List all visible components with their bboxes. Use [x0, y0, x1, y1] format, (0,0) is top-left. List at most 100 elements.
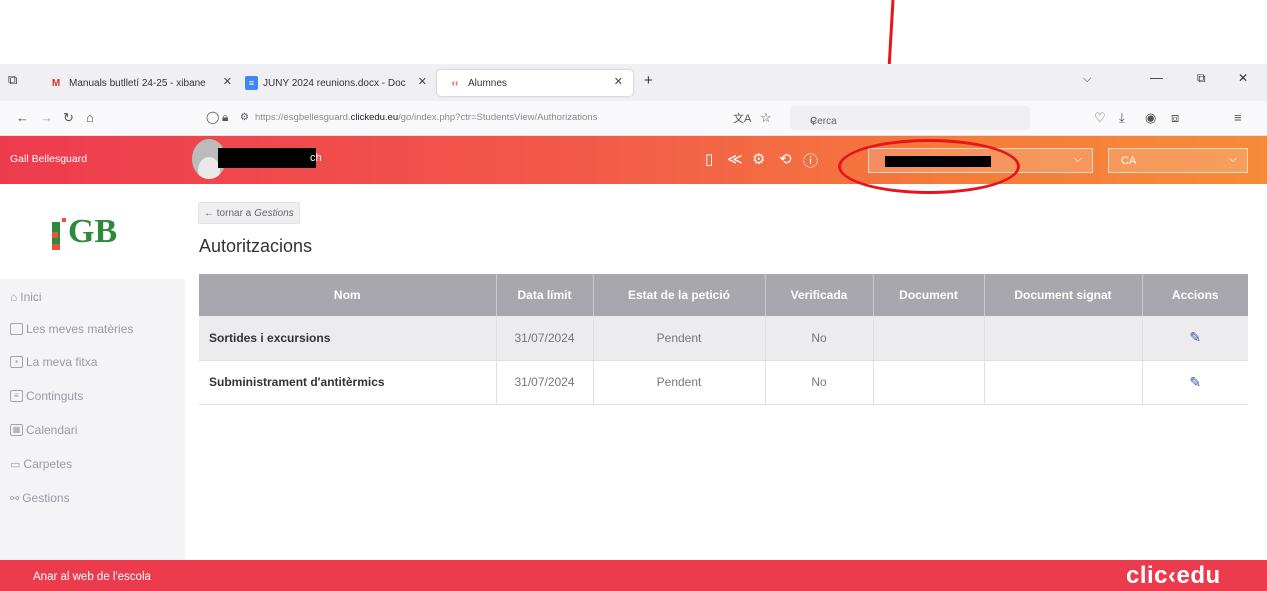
sidebar: GB ⌂ Inici Les meves matèries ▪ La meva … — [0, 184, 185, 560]
bookmark-star-icon[interactable]: ☆ — [760, 110, 772, 126]
column-header-nom[interactable]: Nom — [199, 274, 497, 316]
sidebar-item-label: Continguts — [26, 389, 84, 403]
table-row[interactable]: Sortides i excursions 31/07/2024 Pendent… — [199, 316, 1248, 361]
sidebar-item-inici[interactable]: ⌂ Inici — [10, 290, 42, 304]
sidebar-item-carpetes[interactable]: ▭ Carpetes — [10, 457, 72, 471]
edit-pencil-icon[interactable]: ✎ — [1189, 329, 1201, 346]
lock-icon[interactable]: 🔒︎ — [222, 110, 228, 125]
column-header-estat[interactable]: Estat de la petició — [593, 274, 766, 316]
home-icon[interactable]: ⌂ — [86, 110, 94, 125]
language-select[interactable]: CA ⌵ — [1108, 148, 1248, 173]
reload-icon[interactable]: ↻ — [63, 110, 74, 126]
url-path: /go/index.php?ctr=StudentsView/Authoriza… — [398, 112, 598, 123]
home-icon: ⌂ — [10, 290, 18, 304]
column-header-document[interactable]: Document — [873, 274, 985, 316]
minimize-icon[interactable]: — — [1150, 70, 1163, 85]
browser-tab-strip: ⧉ M Manuals butlletí 24-25 - xibane ✕ ≡ … — [0, 64, 1267, 101]
download-icon[interactable]: ⤓ — [1119, 110, 1125, 126]
cell-document — [873, 360, 985, 405]
account-icon[interactable]: ◉ — [1145, 110, 1156, 126]
permissions-icon[interactable]: ⚙ — [240, 112, 249, 123]
profile-card-icon: ▪ — [10, 356, 23, 368]
tab-list-icon[interactable]: ⧉ — [8, 72, 17, 88]
sidebar-item-gestions[interactable]: ⚯ Gestions — [10, 491, 70, 505]
table-header-row: Nom Data límit Estat de la petició Verif… — [199, 274, 1248, 316]
tracking-shield-icon[interactable]: ◯ — [206, 110, 219, 124]
browser-tab-gmail[interactable]: M Manuals butlletí 24-25 - xibane ✕ — [48, 70, 238, 96]
settings-icon[interactable]: ⚙ — [752, 150, 765, 168]
table-row[interactable]: Subministrament d'antitèrmics 31/07/2024… — [199, 360, 1248, 405]
bookmark-icon — [10, 323, 23, 335]
sidebar-item-label: Les meves matèries — [26, 322, 134, 336]
back-label: ← tornar a — [204, 207, 252, 219]
redaction-bar — [218, 148, 316, 168]
pocket-icon[interactable]: ♡ — [1094, 110, 1106, 126]
sidebar-item-label: La meva fitxa — [26, 355, 98, 369]
sidebar-item-materies[interactable]: Les meves matèries — [10, 322, 133, 336]
app-header: Gall Bellesguard ch ▯ ≪ ⚙ ⟲ ⓘ ⌵ CA ⌵ — [0, 136, 1267, 184]
egb-logo-icon: GB — [52, 213, 117, 250]
tab-label: Manuals butlletí 24-25 - xibane — [69, 77, 206, 89]
close-window-icon[interactable]: ✕ — [1238, 71, 1248, 85]
docs-icon: ≡ — [245, 76, 258, 90]
chevron-down-icon: ⌵ — [1073, 153, 1082, 165]
cell-actions: ✎ — [1142, 360, 1248, 405]
browser-tab-docs[interactable]: ≡ JUNY 2024 reunions.docx - Doc ✕ — [245, 70, 433, 96]
new-tab-button[interactable]: + — [644, 72, 653, 89]
tab-label: Alumnes — [468, 77, 507, 89]
back-target: Gestions — [254, 207, 294, 219]
sync-icon[interactable]: ⟲ — [779, 150, 792, 168]
close-tab-icon[interactable]: ✕ — [415, 75, 427, 88]
back-to-gestions-button[interactable]: ← tornar a Gestions — [198, 202, 300, 224]
column-header-verificada[interactable]: Verificada — [765, 274, 874, 316]
share-icon[interactable]: ≪ — [727, 150, 743, 168]
sidebar-item-label: Gestions — [22, 491, 70, 505]
user-name-tail[interactable]: ch — [310, 152, 322, 164]
folder-icon: ▭ — [10, 458, 21, 471]
content-icon: ≡ — [10, 390, 23, 402]
back-arrow-icon[interactable]: ← — [16, 110, 29, 125]
cell-status: Pendent — [593, 360, 766, 405]
tab-label: JUNY 2024 reunions.docx - Doc — [263, 77, 406, 89]
gmail-icon: M — [51, 77, 61, 89]
sidebar-item-label: Inici — [20, 290, 42, 304]
forward-arrow-icon[interactable]: → — [40, 110, 53, 125]
help-icon[interactable]: ⓘ — [803, 150, 818, 171]
extensions-icon[interactable]: ⧈ — [1171, 110, 1179, 126]
gestions-icon: ⚯ — [10, 492, 20, 505]
sidebar-item-calendari[interactable]: ▦ Calendari — [10, 423, 77, 437]
column-header-data-limit[interactable]: Data límit — [496, 274, 594, 316]
chevron-down-icon: ⌵ — [1228, 153, 1237, 165]
cell-verified: No — [765, 316, 874, 361]
sidebar-item-fitxa[interactable]: ▪ La meva fitxa — [10, 355, 97, 369]
column-header-document-signat[interactable]: Document signat — [984, 274, 1143, 316]
url-field[interactable]: https://esgbellesguard.clickedu.eu/go/in… — [255, 112, 597, 123]
svg-text:GB: GB — [68, 213, 117, 250]
language-value: CA — [1121, 155, 1137, 167]
tab-overflow-chevron-icon[interactable]: ⌵ — [1083, 73, 1091, 86]
restore-icon[interactable]: ⧉ — [1197, 71, 1206, 86]
annotation-ellipse — [838, 139, 1020, 194]
close-tab-icon[interactable]: ✕ — [220, 75, 232, 88]
school-website-link[interactable]: Anar al web de l'escola — [33, 571, 151, 583]
edit-pencil-icon[interactable]: ✎ — [1189, 374, 1201, 391]
cell-document — [873, 316, 985, 361]
page-title: Autoritzacions — [199, 236, 313, 256]
cell-status: Pendent — [593, 316, 766, 361]
clickedu-brand-logo: clic‹edu — [1126, 562, 1221, 589]
translate-icon[interactable]: 文A — [733, 110, 751, 126]
menu-icon[interactable]: ≡ — [1234, 110, 1242, 125]
mobile-icon[interactable]: ▯ — [705, 150, 713, 168]
close-tab-icon[interactable]: ✕ — [614, 75, 623, 88]
cell-deadline: 31/07/2024 — [496, 360, 594, 405]
sidebar-item-label: Carpetes — [23, 457, 73, 471]
sidebar-item-continguts[interactable]: ≡ Continguts — [10, 389, 83, 403]
url-prefix: https://esgbellesguard. — [255, 112, 351, 123]
school-name[interactable]: Gall Bellesguard — [10, 153, 87, 165]
browser-nav-bar: ← → ↻ ⌂ ◯ 🔒︎ ⚙ https://esgbellesguard.cl… — [0, 101, 1267, 136]
search-input[interactable]: ⚲ Cerca — [790, 106, 1030, 130]
school-logo[interactable]: GB — [0, 184, 185, 279]
browser-tab-alumnes[interactable]: ‹‹ Alumnes ✕ — [437, 70, 633, 96]
cell-actions: ✎ — [1142, 316, 1248, 361]
search-placeholder: Cerca — [810, 116, 837, 127]
